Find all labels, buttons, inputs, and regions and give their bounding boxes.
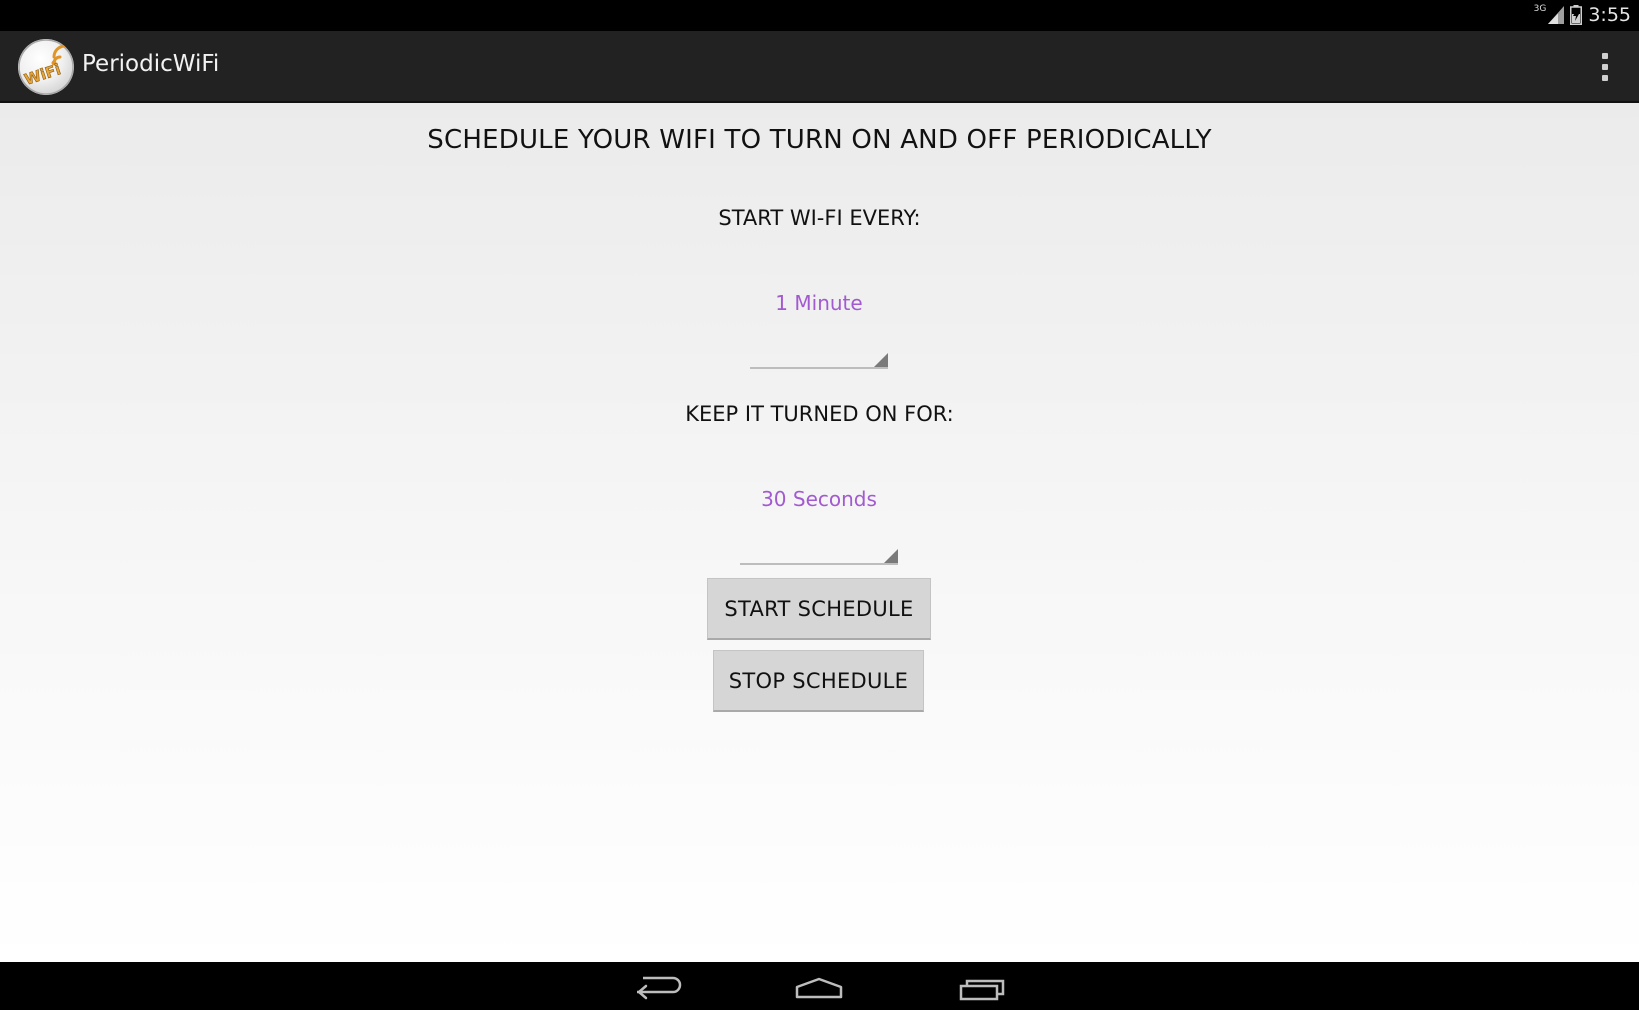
recents-button[interactable] <box>955 970 1015 1006</box>
signal-icon <box>1548 6 1565 24</box>
network-type-label: 3G <box>1533 4 1547 14</box>
overflow-menu-button[interactable] <box>1593 49 1617 85</box>
back-button[interactable] <box>625 970 685 1006</box>
action-bar: WiFi PeriodicWiFi <box>0 31 1639 103</box>
spinner-underline <box>750 367 888 369</box>
app-screen: 3G 3:55 WiFi PeriodicWiFi SCHEDULE YOUR … <box>0 0 1639 1010</box>
start-every-label: START WI-FI EVERY: <box>718 206 921 230</box>
start-every-value: 1 Minute <box>775 291 863 315</box>
more-vert-icon <box>1602 53 1608 59</box>
logo-text: WiFi <box>22 60 63 89</box>
dropdown-arrow-icon <box>874 353 888 367</box>
navigation-bar <box>0 962 1639 1010</box>
dropdown-arrow-icon <box>884 549 898 563</box>
battery-icon <box>1570 5 1583 25</box>
stop-schedule-button[interactable]: STOP SCHEDULE <box>713 650 924 712</box>
app-title: PeriodicWiFi <box>82 51 220 77</box>
keep-on-value: 30 Seconds <box>761 487 877 511</box>
keep-on-spinner[interactable]: 30 Seconds <box>740 487 898 565</box>
home-button[interactable] <box>789 970 849 1006</box>
back-icon <box>637 976 682 1000</box>
status-time: 3:55 <box>1588 4 1631 26</box>
wifi-logo-graphic: WiFi <box>18 39 74 95</box>
start-schedule-button[interactable]: START SCHEDULE <box>707 578 931 640</box>
keep-on-label: KEEP IT TURNED ON FOR: <box>685 402 954 426</box>
app-logo-icon[interactable]: WiFi <box>18 39 74 95</box>
page-headline: SCHEDULE YOUR WIFI TO TURN ON AND OFF PE… <box>427 125 1212 155</box>
recents-icon <box>959 979 1005 1001</box>
status-icons: 3G 3:55 <box>1534 3 1631 27</box>
status-bar: 3G 3:55 <box>0 0 1639 31</box>
main-content: SCHEDULE YOUR WIFI TO TURN ON AND OFF PE… <box>0 103 1639 962</box>
home-icon <box>795 977 843 999</box>
start-every-spinner[interactable]: 1 Minute <box>750 291 888 369</box>
spinner-underline <box>740 563 898 565</box>
